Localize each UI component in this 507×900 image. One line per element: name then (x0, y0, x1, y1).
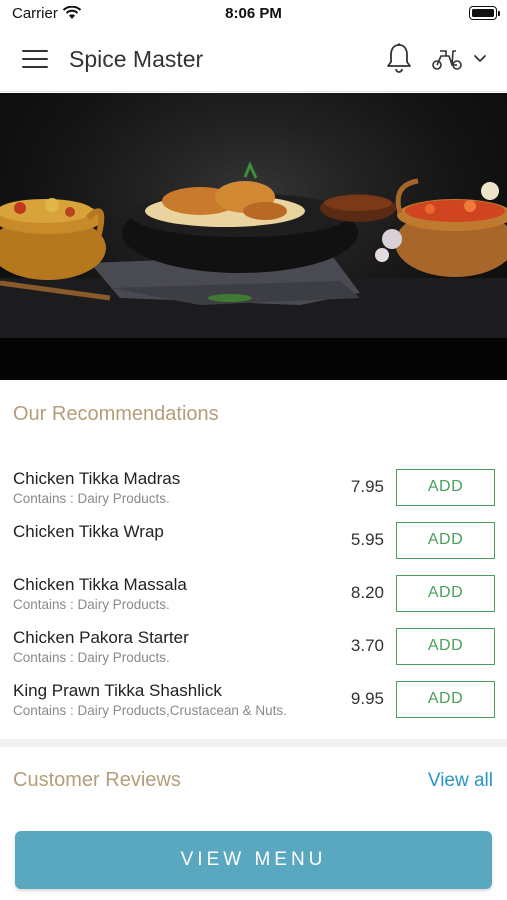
item-price: 8.20 (350, 583, 384, 602)
recommendation-item: Chicken Pakora Starter Contains : Dairy P… (0, 626, 507, 670)
add-button[interactable]: ADD (396, 628, 495, 665)
menu-icon[interactable] (22, 50, 48, 70)
battery-icon (469, 6, 500, 20)
item-contains: Contains : Dairy Products. (13, 491, 170, 506)
item-name: King Prawn Tikka Shashlick (13, 681, 222, 700)
bell-icon[interactable] (385, 42, 413, 74)
add-button[interactable]: ADD (396, 681, 495, 718)
app-title: Spice Master (69, 46, 204, 72)
status-time: 8:06 PM (225, 5, 282, 22)
item-price: 5.95 (350, 530, 384, 549)
recommendation-item: Chicken Tikka Wrap 5.95 ADD (0, 520, 507, 564)
hero-food-image (0, 93, 507, 380)
item-price: 9.95 (350, 689, 384, 708)
app-header: Spice Master (0, 26, 507, 92)
add-button[interactable]: ADD (396, 469, 495, 506)
status-bar: Carrier 8:06 PM (0, 0, 507, 26)
item-contains: Contains : Dairy Products. (13, 650, 170, 665)
item-price: 3.70 (350, 636, 384, 655)
customer-reviews-title: Customer Reviews (13, 769, 181, 791)
chevron-down-icon[interactable] (472, 52, 488, 64)
view-all-reviews-link[interactable]: View all (428, 770, 493, 792)
item-contains: Contains : Dairy Products,Crustacean & N… (13, 703, 287, 718)
item-name: Chicken Pakora Starter (13, 628, 189, 647)
recommendations-title: Our Recommendations (13, 403, 219, 425)
item-contains: Contains : Dairy Products. (13, 597, 170, 612)
scooter-icon[interactable] (431, 45, 463, 71)
section-divider (0, 739, 507, 747)
add-button[interactable]: ADD (396, 522, 495, 559)
recommendation-item: Chicken Tikka Massala Contains : Dairy Pr… (0, 573, 507, 617)
view-menu-button[interactable]: VIEW MENU (15, 831, 492, 889)
item-name: Chicken Tikka Madras (13, 469, 181, 488)
item-name: Chicken Tikka Massala (13, 575, 187, 594)
add-button[interactable]: ADD (396, 575, 495, 612)
recommendation-item: Chicken Tikka Madras Contains : Dairy Pro… (0, 467, 507, 511)
item-price: 7.95 (350, 477, 384, 496)
food-dishes-illustration (0, 93, 507, 380)
recommendation-item: King Prawn Tikka Shashlick Contains : Dai… (0, 679, 507, 723)
item-name: Chicken Tikka Wrap (13, 522, 164, 541)
